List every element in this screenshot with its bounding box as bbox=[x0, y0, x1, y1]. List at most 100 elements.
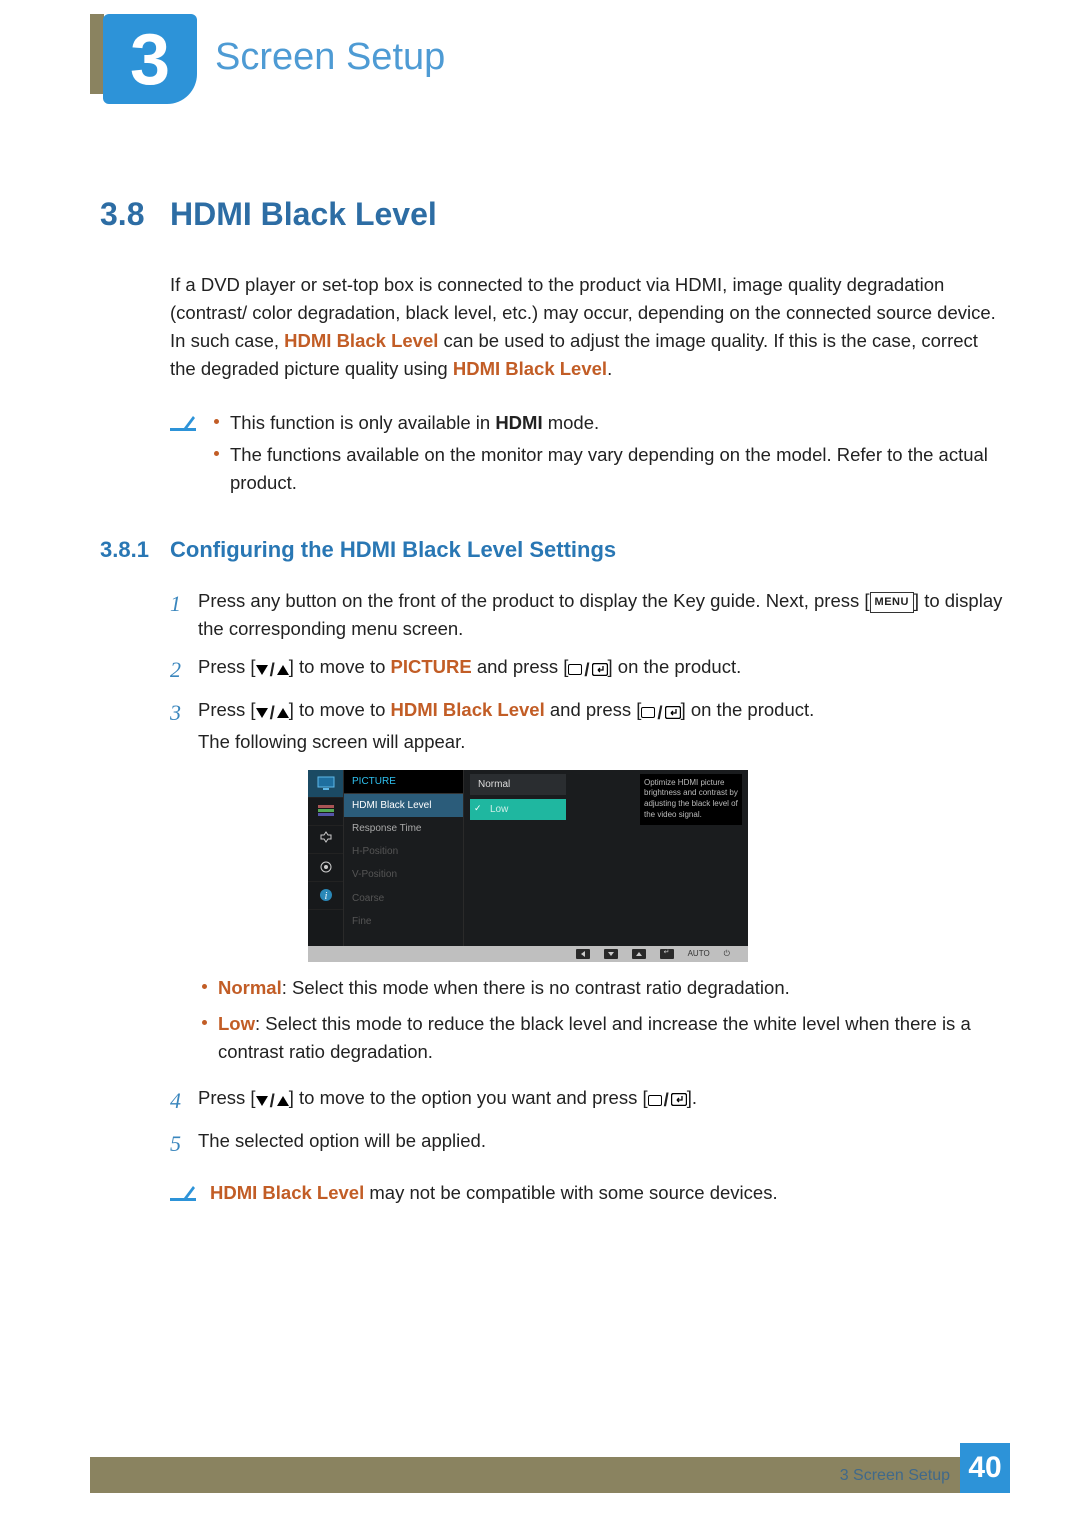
subsection-number: 3.8.1 bbox=[100, 533, 170, 566]
chapter-tab: 3 bbox=[103, 14, 197, 104]
term-hdmi-black-level: HDMI Black Level bbox=[391, 699, 545, 720]
osd-sidebar: i bbox=[308, 770, 344, 946]
osd-screenshot: i PICTURE HDMI Black Level Response Time… bbox=[308, 770, 748, 962]
osd-side-picture-icon bbox=[308, 770, 343, 798]
note-item: This function is only available in HDMI … bbox=[210, 409, 1005, 437]
nav-enter-icon: ↵ bbox=[660, 949, 674, 959]
menu-button-icon: MENU bbox=[870, 592, 914, 613]
osd-option-low-selected: Low bbox=[470, 799, 566, 820]
subsection-heading: 3.8.1 Configuring the HDMI Black Level S… bbox=[100, 533, 1005, 566]
note-block: HDMI Black Level may not be compatible w… bbox=[170, 1179, 1005, 1207]
nav-left-icon bbox=[576, 949, 590, 959]
section-number: 3.8 bbox=[100, 190, 170, 239]
osd-menu-item: Coarse bbox=[344, 887, 463, 910]
footer-label: 3 Screen Setup bbox=[840, 1467, 950, 1485]
term-picture: PICTURE bbox=[391, 656, 472, 677]
term-low: Low bbox=[218, 1013, 255, 1034]
select-enter-icon: / bbox=[568, 656, 607, 684]
note-list: This function is only available in HDMI … bbox=[210, 409, 1005, 501]
text: : Select this mode to reduce the black l… bbox=[218, 1013, 971, 1062]
select-enter-icon: / bbox=[648, 1086, 687, 1114]
step-5: 5 The selected option will be applied. bbox=[170, 1127, 1005, 1160]
text: and press [ bbox=[472, 656, 569, 677]
step-number: 2 bbox=[170, 653, 198, 686]
note-item: The functions available on the monitor m… bbox=[210, 441, 1005, 497]
text: ] to move to bbox=[289, 656, 391, 677]
osd-option-normal: Normal bbox=[470, 774, 566, 795]
text: Press [ bbox=[198, 699, 256, 720]
note-icon bbox=[170, 1179, 196, 1201]
text: Press any button on the front of the pro… bbox=[198, 590, 870, 611]
note-block: This function is only available in HDMI … bbox=[170, 409, 1005, 501]
subsection-title: Configuring the HDMI Black Level Setting… bbox=[170, 533, 616, 566]
nav-down-icon bbox=[604, 949, 618, 959]
nav-up-icon bbox=[632, 949, 646, 959]
auto-label: AUTO bbox=[688, 948, 710, 960]
down-up-arrows-icon: / bbox=[256, 1087, 289, 1115]
osd-menu-item: Response Time bbox=[344, 817, 463, 840]
osd-menu-item: H-Position bbox=[344, 840, 463, 863]
text: ]. bbox=[687, 1087, 697, 1108]
osd-side-icon bbox=[308, 798, 343, 826]
step-number: 5 bbox=[170, 1127, 198, 1160]
content-area: 3.8 HDMI Black Level If a DVD player or … bbox=[100, 190, 1005, 1207]
osd-menu-item: Fine bbox=[344, 910, 463, 933]
text-bold: HDMI bbox=[495, 412, 542, 433]
term-normal: Normal bbox=[218, 977, 282, 998]
select-enter-icon: / bbox=[641, 699, 680, 727]
power-icon: ⏻ bbox=[724, 948, 730, 960]
step-body: Press any button on the front of the pro… bbox=[198, 587, 1005, 643]
text: ] on the product. bbox=[681, 699, 815, 720]
step-body: Press [/] to move to HDMI Black Level an… bbox=[198, 696, 1005, 1074]
osd-menu-column: PICTURE HDMI Black Level Response Time H… bbox=[344, 770, 464, 946]
option-descriptions: Normal: Select this mode when there is n… bbox=[198, 974, 1005, 1066]
option-desc-low: Low: Select this mode to reduce the blac… bbox=[198, 1010, 1005, 1066]
text: ] to move to the option you want and pre… bbox=[289, 1087, 648, 1108]
steps-list: 1 Press any button on the front of the p… bbox=[170, 587, 1005, 1161]
term-hdmi-black-level: HDMI Black Level bbox=[284, 330, 438, 351]
text: and press [ bbox=[545, 699, 642, 720]
text: mode. bbox=[543, 412, 600, 433]
intro-paragraph: If a DVD player or set-top box is connec… bbox=[170, 271, 1005, 383]
step-2: 2 Press [/] to move to PICTURE and press… bbox=[170, 653, 1005, 686]
step-body: Press [/] to move to the option you want… bbox=[198, 1084, 1005, 1117]
chapter-title: Screen Setup bbox=[215, 36, 445, 79]
osd-desc-box: Optimize HDMI picture brightness and con… bbox=[640, 774, 742, 825]
document-page: 3 Screen Setup 3.8 HDMI Black Level If a… bbox=[0, 0, 1080, 1527]
down-up-arrows-icon: / bbox=[256, 699, 289, 727]
page-number: 40 bbox=[960, 1443, 1010, 1493]
step-number: 3 bbox=[170, 696, 198, 1074]
step-1: 1 Press any button on the front of the p… bbox=[170, 587, 1005, 643]
text: This function is only available in bbox=[230, 412, 495, 433]
down-up-arrows-icon: / bbox=[256, 656, 289, 684]
note-text: HDMI Black Level may not be compatible w… bbox=[210, 1179, 778, 1207]
text: ] to move to bbox=[289, 699, 391, 720]
text: : Select this mode when there is no cont… bbox=[282, 977, 790, 998]
svg-text:i: i bbox=[324, 891, 327, 902]
text: . bbox=[607, 358, 612, 379]
text: Press [ bbox=[198, 1087, 256, 1108]
osd-footer-bar: ↵ AUTO ⏻ bbox=[308, 946, 748, 962]
step-4: 4 Press [/] to move to the option you wa… bbox=[170, 1084, 1005, 1117]
osd-menu-item: HDMI Black Level bbox=[344, 794, 463, 817]
text: ] on the product. bbox=[608, 656, 742, 677]
section-title: HDMI Black Level bbox=[170, 190, 437, 239]
osd-side-info-icon: i bbox=[308, 882, 343, 910]
text: may not be compatible with some source d… bbox=[364, 1182, 777, 1203]
osd-options-column: Normal Low Optimize HDMI picture brightn… bbox=[464, 770, 748, 946]
decorative-stripe bbox=[90, 14, 104, 94]
step-body: Press [/] to move to PICTURE and press [… bbox=[198, 653, 1005, 686]
osd-menu-header: PICTURE bbox=[344, 770, 463, 794]
osd-side-icon bbox=[308, 826, 343, 854]
term-hdmi-black-level: HDMI Black Level bbox=[210, 1182, 364, 1203]
section-heading: 3.8 HDMI Black Level bbox=[100, 190, 1005, 239]
osd-side-gear-icon bbox=[308, 854, 343, 882]
text: The following screen will appear. bbox=[198, 728, 1005, 756]
step-number: 1 bbox=[170, 587, 198, 643]
osd-menu-item: V-Position bbox=[344, 863, 463, 886]
step-number: 4 bbox=[170, 1084, 198, 1117]
note-icon bbox=[170, 409, 196, 431]
step-3: 3 Press [/] to move to HDMI Black Level … bbox=[170, 696, 1005, 1074]
term-hdmi-black-level: HDMI Black Level bbox=[453, 358, 607, 379]
option-desc-normal: Normal: Select this mode when there is n… bbox=[198, 974, 1005, 1002]
